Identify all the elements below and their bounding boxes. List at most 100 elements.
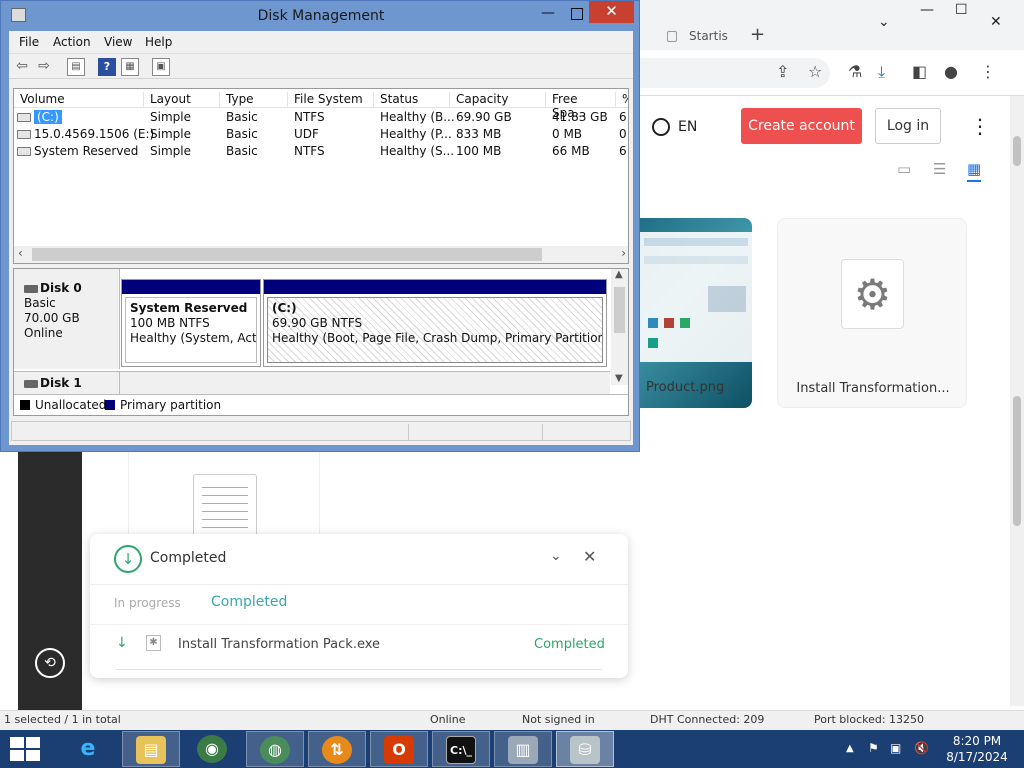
flag-icon[interactable]: ⚑ — [868, 741, 879, 755]
log-in-button[interactable]: Log in — [875, 108, 941, 144]
column-header-free-space[interactable]: Free Spa... — [546, 92, 616, 120]
sidebar-icon[interactable]: ◧ — [912, 62, 927, 81]
partition-details: (C:) 69.90 GB NTFS Healthy (Boot, Page F… — [267, 297, 603, 363]
chevron-down-icon[interactable]: ⌄ — [550, 548, 562, 564]
clock-date: 8/17/2024 — [946, 750, 1008, 764]
create-account-button[interactable]: Create account — [741, 108, 862, 144]
file-card-installer[interactable]: ⚙ Install Transformation... — [777, 218, 967, 408]
kebab-icon[interactable]: ⋮ — [980, 62, 996, 81]
menu-action[interactable]: Action — [53, 35, 91, 49]
help-icon[interactable]: ? — [98, 58, 116, 76]
scrollbar-thumb[interactable] — [1013, 396, 1021, 526]
taskbar-command-prompt[interactable]: C:\_ — [432, 731, 490, 767]
image-view-icon[interactable]: ▭ — [897, 160, 911, 178]
maximize-button[interactable] — [571, 8, 583, 20]
cell-layout: Simple — [150, 127, 191, 141]
scroll-left-icon[interactable]: ‹ — [18, 246, 23, 260]
back-arrow-icon[interactable]: ⇦ — [13, 58, 31, 76]
column-header-volume[interactable]: Volume — [14, 92, 144, 108]
forward-arrow-icon[interactable]: ⇨ — [35, 58, 53, 76]
scrollbar-thumb[interactable] — [1013, 136, 1021, 166]
disk-1-row[interactable]: Disk 1 — [14, 371, 610, 396]
profile-icon[interactable]: ● — [944, 62, 958, 81]
close-icon[interactable]: ✕ — [583, 547, 596, 566]
tab-in-progress[interactable]: In progress — [114, 596, 181, 610]
taskbar-globe-app[interactable]: ◍ — [246, 731, 304, 767]
language-selector[interactable]: EN — [652, 118, 697, 136]
taskbar-server-manager[interactable]: ▥ — [494, 731, 552, 767]
menu-view[interactable]: View — [104, 35, 132, 49]
taskbar-torrent-app[interactable]: ⇅ — [308, 731, 366, 767]
grid-view-icon[interactable]: ▦ — [967, 160, 982, 182]
column-header-capacity[interactable]: Capacity — [450, 92, 546, 108]
taskbar-ie[interactable]: e — [60, 731, 118, 767]
column-header-percent[interactable]: % — [616, 92, 628, 108]
start-button[interactable] — [8, 736, 42, 762]
column-header-type[interactable]: Type — [220, 92, 288, 108]
table-row[interactable]: System Reserved Simple Basic NTFS Health… — [14, 143, 628, 160]
browser-maximize-button[interactable]: ☐ — [955, 2, 968, 24]
download-item[interactable]: ↓ ✱ Install Transformation Pack.exe Comp… — [90, 624, 628, 664]
list-view-icon[interactable]: ☰ — [933, 160, 946, 178]
disk-name: Disk 0 — [40, 281, 82, 295]
partition-size: 100 MB NTFS — [130, 316, 210, 330]
table-row[interactable]: 15.0.4569.1506 (E:) Simple Basic UDF Hea… — [14, 126, 628, 143]
address-bar[interactable] — [640, 58, 830, 88]
taskbar-disk-management[interactable]: ⛁ — [556, 731, 614, 767]
document-card[interactable] — [128, 452, 320, 544]
column-header-filesystem[interactable]: File System — [288, 92, 374, 108]
globe-icon: ◍ — [260, 736, 290, 764]
partition-type-bar — [122, 280, 260, 294]
disk-settings-icon[interactable]: ▣ — [152, 58, 170, 76]
taskbar-network-app[interactable]: ◉ — [184, 731, 242, 767]
console-tree-icon[interactable]: ▤ — [67, 58, 85, 76]
flask-icon[interactable]: ⚗ — [848, 62, 862, 81]
scroll-down-icon[interactable]: ▼ — [615, 373, 623, 384]
new-tab-button[interactable]: + — [750, 24, 765, 45]
office-icon: O — [384, 736, 414, 764]
page-scrollbar[interactable] — [1010, 96, 1024, 706]
partition-c-drive[interactable]: (C:) 69.90 GB NTFS Healthy (Boot, Page F… — [263, 279, 607, 367]
menu-file[interactable]: File — [19, 35, 39, 49]
scroll-right-icon[interactable]: › — [621, 246, 626, 260]
browser-minimize-button[interactable]: — — [920, 2, 934, 24]
vertical-scrollbar[interactable]: ▲ ▼ — [611, 269, 628, 385]
tab-label: Startis — [689, 29, 728, 43]
properties-icon[interactable]: ▦ — [121, 58, 139, 76]
system-tray: ▲ ⚑ ▣ 🔇 8:20 PM 8/17/2024 — [840, 730, 1024, 768]
language-label: EN — [678, 119, 698, 135]
browser-close-button[interactable]: ✕ — [990, 14, 1002, 36]
minimize-button[interactable]: — — [541, 5, 555, 21]
tab-search-button[interactable]: ⌄ — [878, 14, 890, 36]
close-button[interactable]: ✕ — [589, 1, 634, 23]
file-card-product[interactable]: Product.png — [640, 218, 752, 408]
browser-tab[interactable]: Startis — [655, 22, 745, 50]
cell-capacity: 100 MB — [456, 144, 502, 158]
scrollbar-thumb[interactable] — [32, 248, 542, 261]
window-titlebar[interactable]: Disk Management — ✕ — [1, 1, 639, 31]
partition-system-reserved[interactable]: System Reserved 100 MB NTFS Healthy (Sys… — [121, 279, 261, 367]
disk-1-info: Disk 1 — [14, 372, 120, 396]
more-menu-icon[interactable]: ⋮ — [970, 114, 990, 138]
column-header-status[interactable]: Status — [374, 92, 450, 108]
disk-0-info[interactable]: Disk 0 Basic 70.00 GB Online — [14, 269, 120, 369]
taskbar-file-explorer[interactable]: ▤ — [122, 731, 180, 767]
show-hidden-icons-icon[interactable]: ▲ — [846, 743, 854, 754]
column-header-layout[interactable]: Layout — [144, 92, 220, 108]
share-icon[interactable]: ⇪ — [776, 62, 789, 81]
table-row[interactable]: (C:) Simple Basic NTFS Healthy (B... 69.… — [14, 109, 628, 126]
download-icon[interactable]: ⤓ — [878, 62, 885, 82]
app-logo-icon[interactable]: ⟲ — [35, 648, 65, 678]
legend-swatch-primary — [105, 400, 115, 410]
taskbar-clock[interactable]: 8:20 PM 8/17/2024 — [942, 733, 1012, 765]
volume-muted-icon[interactable]: 🔇 — [914, 741, 929, 755]
taskbar-office[interactable]: O — [370, 731, 428, 767]
network-icon[interactable]: ▣ — [890, 741, 901, 755]
star-icon[interactable]: ☆ — [808, 62, 822, 81]
scroll-up-icon[interactable]: ▲ — [615, 269, 623, 280]
scrollbar-thumb[interactable] — [614, 287, 625, 333]
horizontal-scrollbar[interactable]: ‹ › — [14, 246, 628, 263]
tab-completed[interactable]: Completed — [211, 594, 287, 610]
command-prompt-icon: C:\_ — [446, 736, 476, 764]
menu-help[interactable]: Help — [145, 35, 172, 49]
